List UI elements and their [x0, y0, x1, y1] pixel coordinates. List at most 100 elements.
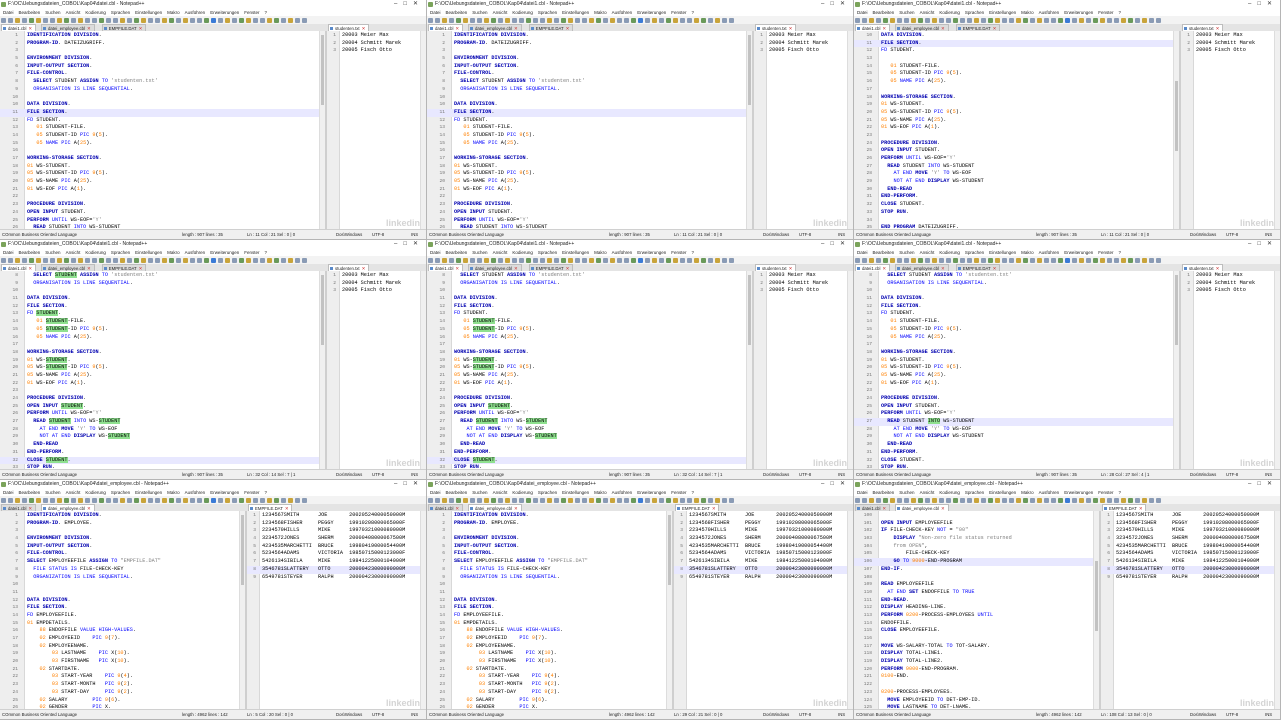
file-tab[interactable]: EMPFILE.DAT ✕ [955, 24, 1001, 31]
menu-item[interactable]: Ausführen [185, 250, 206, 255]
toolbar-button-icon[interactable] [1142, 257, 1147, 263]
data-line[interactable]: 8 3546781SLATTERY OTTO 20000423000090000M [1101, 565, 1280, 574]
toolbar-button-icon[interactable] [1, 17, 6, 23]
file-tab[interactable]: datei_employee.cbl ✕ [895, 504, 949, 511]
code-line[interactable]: 3 [0, 47, 325, 55]
code-line[interactable]: 7 FILE-CONTROL. [0, 70, 325, 78]
toolbar-button-icon[interactable] [729, 17, 734, 23]
toolbar-button-icon[interactable] [449, 257, 454, 263]
code-line[interactable]: 116 [854, 635, 1099, 643]
code-line[interactable]: 106 GO TO 9000-END-PROGRAM [854, 558, 1099, 566]
menu-item[interactable]: Ausführen [1039, 250, 1060, 255]
toolbar-button-icon[interactable] [1065, 17, 1070, 23]
toolbar-button-icon[interactable] [575, 497, 580, 503]
toolbar-button-icon[interactable] [582, 17, 587, 23]
file-tab[interactable]: EMPFILE.DAT ✕ [675, 504, 720, 511]
data-file-editor[interactable]: 1 20003 Meier Max 2 20004 Schmitt Marek 3 200… [754, 31, 853, 230]
close-icon[interactable]: ✕ [1267, 241, 1278, 247]
file-tab[interactable]: studenten.txt ✕ [328, 264, 370, 271]
code-line[interactable]: 16 88 ENDOFFILE VALUE HIGH-VALUES. [0, 627, 245, 635]
code-editor[interactable]: 1 IDENTIFICATION DIVISION. 2 PROGRAM-ID. EM… [0, 511, 245, 710]
code-line[interactable]: 124 MOVE EMPLOYEEID TO DET-EMP-ID. [854, 697, 1099, 705]
menu-item[interactable]: Erweiterungen [210, 490, 239, 495]
code-line[interactable]: 21 05 WS-NAME PIC A(25). [854, 117, 1179, 125]
menu-item[interactable]: Suchen [45, 10, 60, 15]
menu-item[interactable]: Bearbeiten [446, 10, 468, 15]
code-line[interactable]: 22 01 WS-EOF PIC A(1). [854, 124, 1179, 132]
code-line[interactable]: 19 03 LASTNAME PIC X(10). [0, 650, 245, 658]
toolbar-button-icon[interactable] [1114, 497, 1119, 503]
code-line[interactable]: 32 CLOSE STUDENT. [0, 456, 325, 465]
menu-item[interactable]: Makro [167, 490, 180, 495]
menu-item[interactable]: Kodierung [939, 250, 960, 255]
scrollbar-thumb[interactable] [748, 35, 751, 105]
toolbar-button-icon[interactable] [729, 257, 734, 263]
toolbar-button-icon[interactable] [1023, 497, 1028, 503]
toolbar-button-icon[interactable] [176, 497, 181, 503]
toolbar-button-icon[interactable] [141, 257, 146, 263]
code-line[interactable]: 22 03 START-YEAR PIC 9(4). [0, 673, 245, 681]
toolbar-button-icon[interactable] [1002, 257, 1007, 263]
toolbar-button-icon[interactable] [148, 497, 153, 503]
code-line[interactable]: 9 ORGANISATION IS LINE SEQUENTIAL. [427, 86, 752, 94]
maximize-icon[interactable]: □ [403, 481, 413, 487]
code-line[interactable]: 31 END-PERFORM. [0, 449, 325, 457]
code-line[interactable]: 20 05 WS-STUDENT-ID PIC 9(5). [854, 364, 1179, 372]
toolbar-button-icon[interactable] [715, 257, 720, 263]
toolbar-button-icon[interactable] [1149, 257, 1154, 263]
code-line[interactable]: 21 02 STARTDATE. [427, 666, 672, 674]
menu-item[interactable]: Makro [1021, 250, 1034, 255]
data-line[interactable]: 7 5426134SIBILA MIKE 19841225000104000M [674, 558, 853, 566]
data-line[interactable]: 1 1234567SMITH JOE 20020524000050000M [247, 512, 426, 520]
menu-item[interactable]: Makro [594, 490, 607, 495]
toolbar-button-icon[interactable] [561, 497, 566, 503]
toolbar-button-icon[interactable] [603, 497, 608, 503]
code-line[interactable]: 12 DATA DIVISION. [427, 597, 672, 605]
toolbar-button-icon[interactable] [1, 497, 6, 503]
menu-item[interactable]: Sprachen [965, 490, 984, 495]
toolbar-button-icon[interactable] [995, 497, 1000, 503]
code-line[interactable]: 118 DISPLAY TOTAL-LINE1. [854, 650, 1099, 658]
code-line[interactable]: 8 SELECT STUDENT ASSIGN TO 'studenten.tx… [427, 78, 752, 86]
file-tab[interactable]: datei_employee.cbl ✕ [895, 264, 949, 271]
close-icon[interactable]: ✕ [413, 241, 424, 247]
code-line[interactable]: 28 AT END MOVE 'Y' TO WS-EOF [854, 170, 1179, 178]
code-line[interactable]: 14 FD EMPLOYEEFILE. [427, 612, 672, 620]
toolbar-button-icon[interactable] [925, 17, 930, 23]
menu-item[interactable]: Erweiterungen [1064, 490, 1093, 495]
code-line[interactable]: 23 03 START-MONTH PIC 9(2). [427, 681, 672, 689]
menu-item[interactable]: Einstellungen [562, 250, 589, 255]
code-line[interactable]: 117 MOVE WS-SALARY-TOTAL TO TOT-SALARY. [854, 643, 1099, 651]
code-line[interactable]: 16 05 NAME PIC A(25). [854, 334, 1179, 342]
toolbar-button-icon[interactable] [547, 497, 552, 503]
toolbar-button-icon[interactable] [232, 257, 237, 263]
file-tab[interactable]: datei_employee.cbl ✕ [41, 24, 95, 31]
toolbar-button-icon[interactable] [1107, 257, 1112, 263]
toolbar-button-icon[interactable] [715, 17, 720, 23]
toolbar-button-icon[interactable] [176, 17, 181, 23]
data-line[interactable]: 1 1234567SMITH JOE 20020524000050000M [674, 512, 853, 520]
code-line[interactable]: 20 05 WS-STUDENT-ID PIC 9(5). [427, 364, 752, 372]
menu-item[interactable]: Fenster [1098, 490, 1113, 495]
toolbar-button-icon[interactable] [589, 257, 594, 263]
code-line[interactable]: 23 [854, 132, 1179, 140]
code-line[interactable]: 9 ORGANISATION IS LINE SEQUENTIAL. [0, 280, 325, 288]
data-file-editor[interactable]: 1 1234567SMITH JOE 20020524000050000M 2 123… [247, 511, 426, 710]
toolbar-button-icon[interactable] [470, 257, 475, 263]
toolbar-button-icon[interactable] [491, 17, 496, 23]
toolbar-button-icon[interactable] [85, 257, 90, 263]
menu-item[interactable]: Sprachen [111, 10, 130, 15]
toolbar-button-icon[interactable] [617, 257, 622, 263]
code-line[interactable]: 21 05 WS-NAME PIC A(25). [0, 372, 325, 380]
code-line[interactable]: 1 IDENTIFICATION DIVISION. [427, 512, 672, 520]
toolbar-button-icon[interactable] [1016, 497, 1021, 503]
toolbar-button-icon[interactable] [36, 497, 41, 503]
toolbar-button-icon[interactable] [428, 17, 433, 23]
toolbar-button-icon[interactable] [64, 257, 69, 263]
code-line[interactable]: 10 [0, 581, 245, 589]
menu-item[interactable]: Ausführen [1039, 10, 1060, 15]
code-editor[interactable]: 8 SELECT STUDENT ASSIGN TO 'studenten.tx… [854, 271, 1179, 470]
toolbar-button-icon[interactable] [547, 17, 552, 23]
toolbar-button-icon[interactable] [1086, 257, 1091, 263]
code-line[interactable]: 34 [854, 217, 1179, 225]
